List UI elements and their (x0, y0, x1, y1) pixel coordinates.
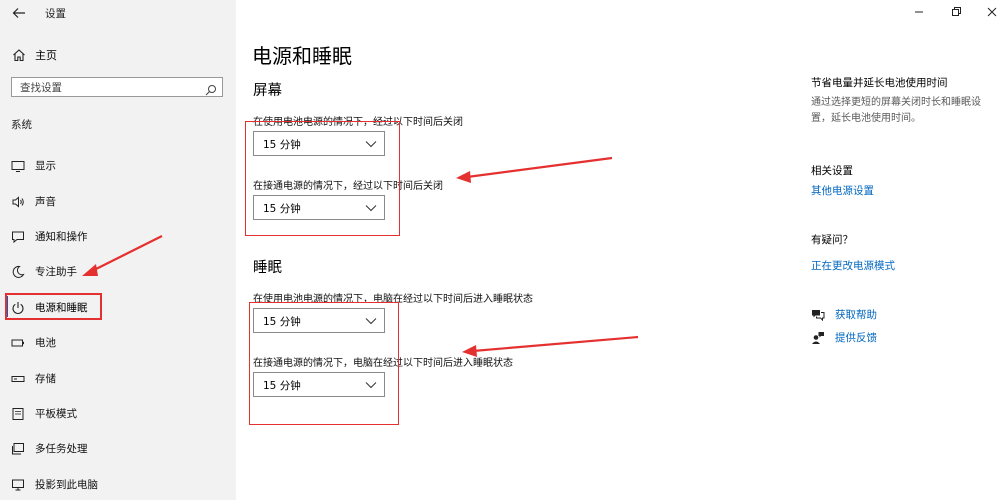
get-help-link[interactable]: 获取帮助 (811, 305, 961, 323)
section-title: 系统 (11, 119, 32, 131)
feedback-icon (811, 330, 825, 344)
sidebar-item-label: 投影到此电脑 (35, 479, 98, 491)
search-icon[interactable] (205, 81, 217, 96)
sidebar-item-label: 专注助手 (35, 266, 77, 278)
sidebar-item-project[interactable]: 投影到此电脑 (0, 471, 236, 497)
sidebar-item-label: 通知和操作 (35, 231, 88, 243)
battery-tip-desc: 通过选择更短的屏幕关闭时长和睡眠设置，延长电池使用时间。 (811, 97, 981, 124)
annotation-box-sidebar (5, 293, 102, 320)
back-button[interactable] (10, 4, 28, 22)
get-help-label: 获取帮助 (835, 309, 877, 321)
notification-icon (11, 229, 25, 244)
monitor-icon (11, 158, 25, 172)
sidebar: 设置 主页 系统 显示 声音 (0, 0, 236, 500)
home-icon (12, 47, 26, 62)
feedback-link[interactable]: 提供反馈 (811, 328, 961, 346)
sidebar-item-label: 显示 (35, 160, 56, 172)
other-power-settings-link[interactable]: 其他电源设置 (811, 183, 874, 198)
sidebar-item-label: 声音 (35, 196, 56, 208)
sidebar-item-label: 存储 (35, 373, 56, 385)
sidebar-item-focus-assist[interactable]: 专注助手 (0, 258, 236, 284)
sidebar-item-storage[interactable]: 存储 (0, 365, 236, 391)
close-button[interactable] (984, 4, 1000, 20)
annotation-arrow (456, 156, 613, 183)
sidebar-item-notifications[interactable]: 通知和操作 (0, 223, 236, 249)
multitask-icon (11, 441, 25, 455)
page-title: 电源和睡眠 (252, 44, 352, 68)
battery-icon (11, 335, 25, 349)
close-icon (987, 7, 997, 17)
tablet-icon (11, 406, 25, 420)
power-mode-link[interactable]: 正在更改电源模式 (811, 258, 895, 273)
sidebar-item-battery[interactable]: 电池 (0, 329, 236, 355)
feedback-label: 提供反馈 (835, 332, 877, 344)
sidebar-item-label: 平板模式 (35, 408, 77, 420)
battery-tip-title: 节省电量并延长电池使用时间 (811, 77, 948, 89)
search-input[interactable] (18, 80, 202, 96)
search-box[interactable] (11, 77, 223, 97)
sleep-group-title: 睡眠 (253, 260, 282, 276)
restore-button[interactable] (948, 4, 964, 20)
nav-home-label: 主页 (35, 49, 57, 62)
help-chat-icon (811, 307, 825, 322)
speaker-icon (11, 194, 25, 208)
sidebar-item-sound[interactable]: 声音 (0, 188, 236, 214)
restore-icon (952, 7, 961, 16)
question-title: 有疑问？ (811, 234, 853, 246)
project-icon (11, 477, 25, 491)
sidebar-item-tablet-mode[interactable]: 平板模式 (0, 400, 236, 426)
sidebar-item-label: 多任务处理 (35, 443, 88, 455)
minimize-icon (915, 11, 923, 13)
nav-home[interactable]: 主页 (0, 44, 236, 66)
annotation-box-screen (245, 121, 400, 236)
moon-icon (11, 264, 25, 278)
minimize-button[interactable] (911, 4, 927, 20)
titlebar: 设置 (0, 0, 236, 26)
back-arrow-icon (12, 8, 25, 18)
annotation-box-sleep (249, 302, 399, 425)
related-settings-title: 相关设置 (811, 165, 853, 177)
storage-icon (11, 371, 25, 385)
app-title: 设置 (45, 8, 66, 20)
screen-group-title: 屏幕 (253, 83, 282, 99)
sidebar-item-multitasking[interactable]: 多任务处理 (0, 435, 236, 461)
sidebar-item-label: 电池 (35, 337, 56, 349)
sidebar-item-display[interactable]: 显示 (0, 152, 236, 178)
